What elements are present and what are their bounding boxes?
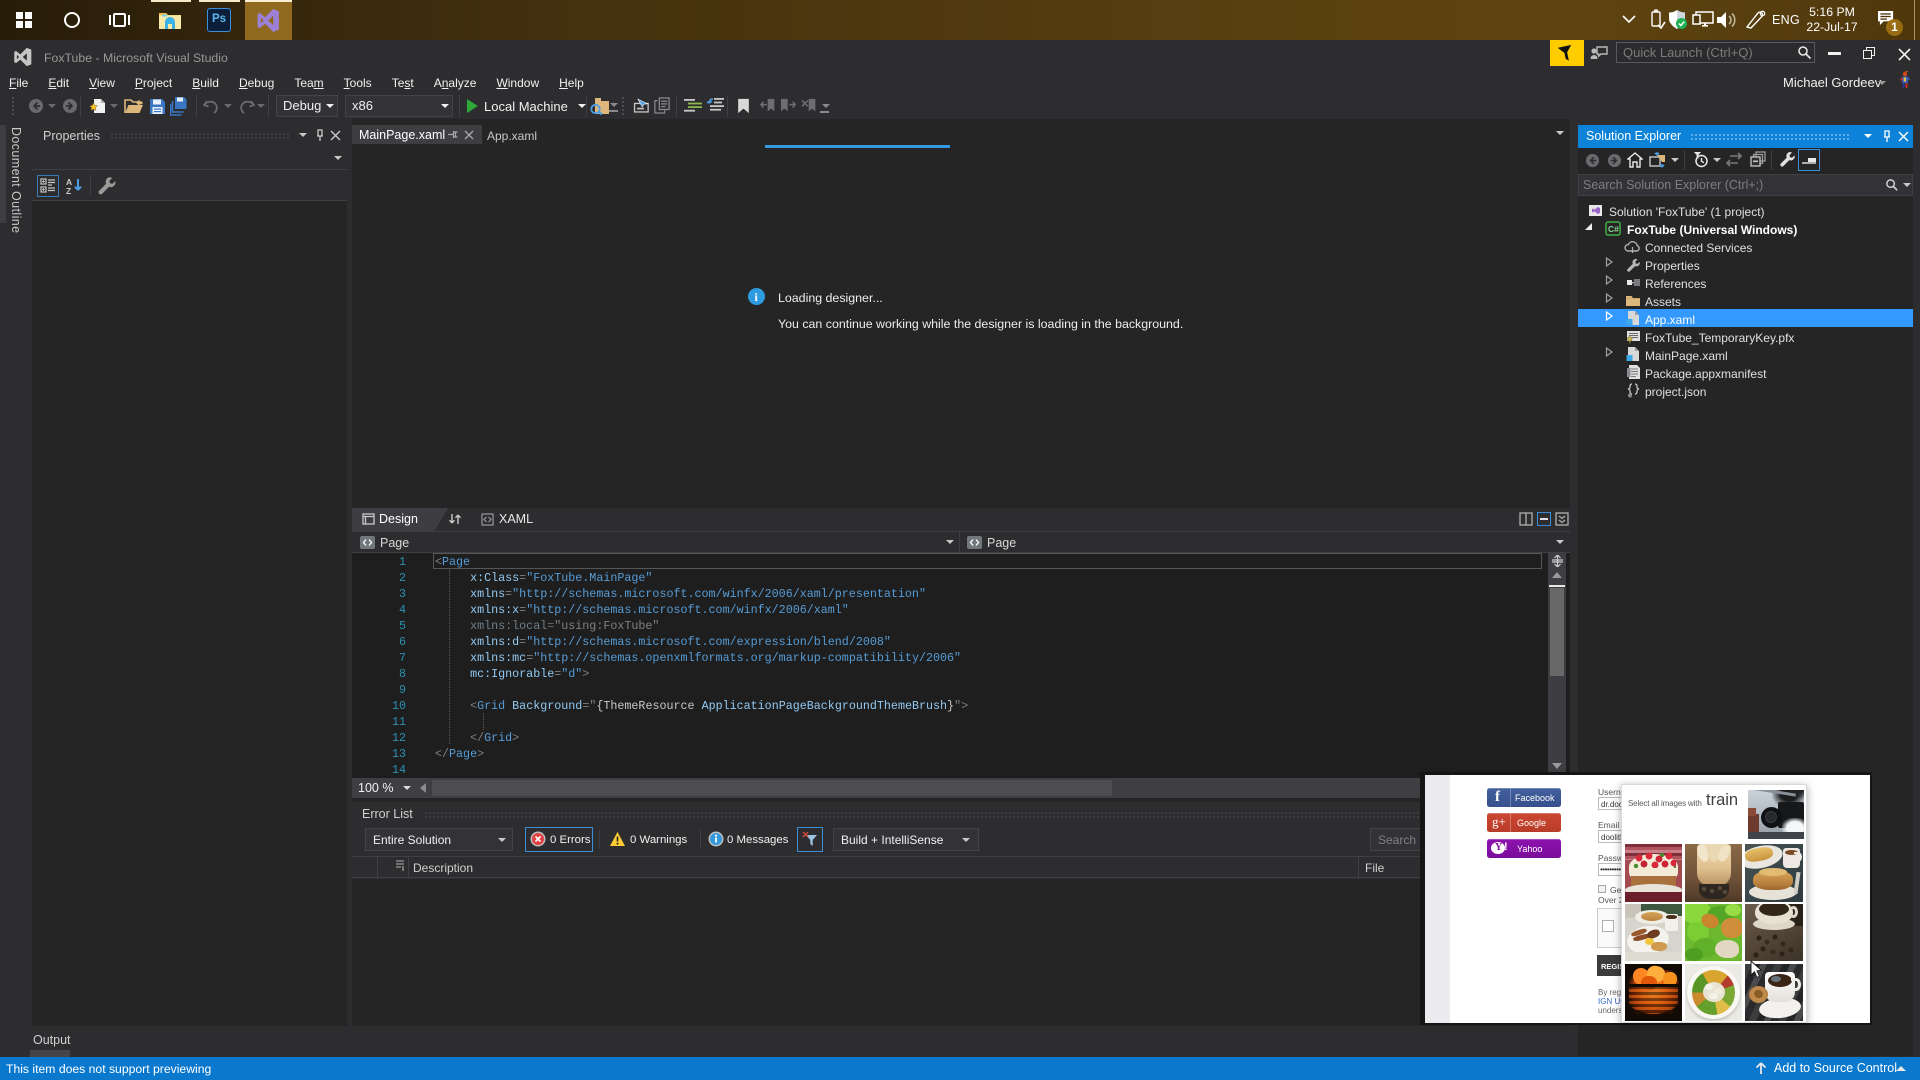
svg-text:C#: C#: [1608, 224, 1619, 234]
svg-text:Z: Z: [66, 186, 71, 195]
